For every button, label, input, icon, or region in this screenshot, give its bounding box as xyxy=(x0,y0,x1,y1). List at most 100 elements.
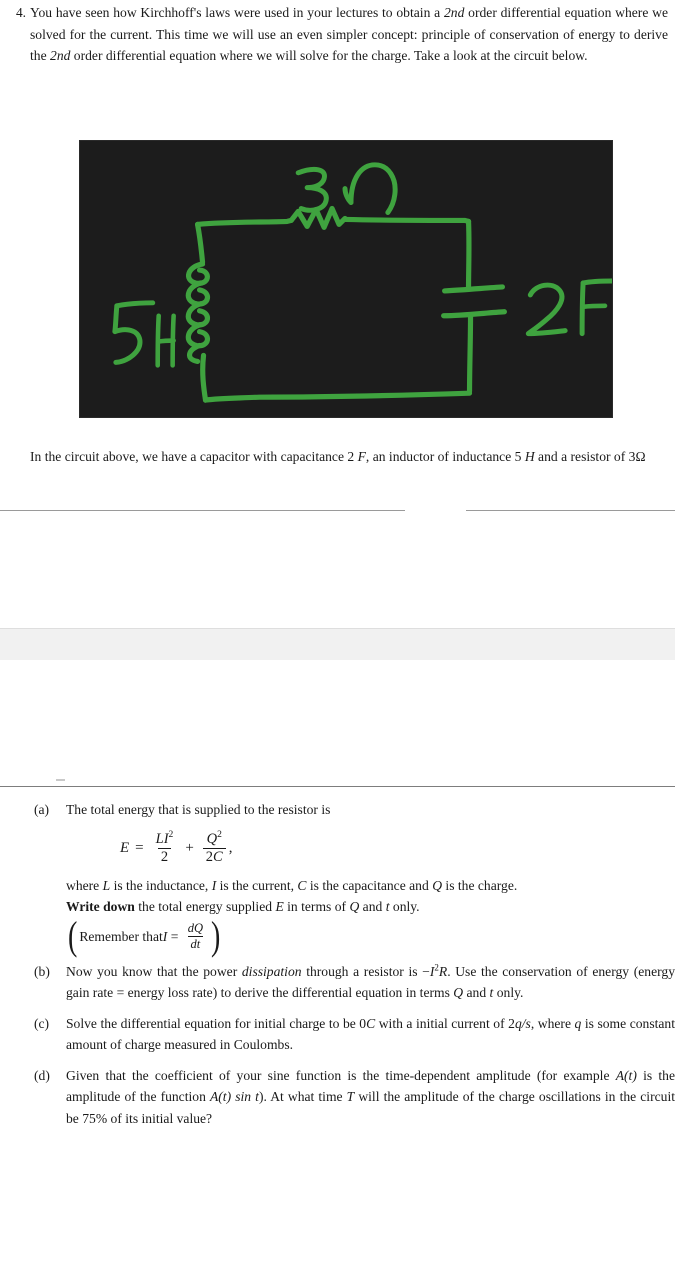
instruction-sym-Q: Q xyxy=(349,899,360,915)
energy-equation: E = LI2 2 + Q2 22CC , xyxy=(120,828,675,866)
wire-right-lower xyxy=(466,313,474,394)
caption-text-1: In the circuit above, we have a capacito… xyxy=(30,449,358,464)
part-b-sym-R: R xyxy=(438,963,448,979)
where-t5: is the charge. xyxy=(442,877,518,893)
part-d-body: Given that the coefficient of your sine … xyxy=(66,1065,675,1130)
part-a-body: The total energy that is supplied to the… xyxy=(66,799,675,959)
label-omega-glyph xyxy=(348,162,398,215)
part-a-label: (a) xyxy=(34,802,50,817)
coil-loop-2 xyxy=(185,280,210,307)
label-2-glyph xyxy=(525,282,568,337)
part-b-emph-dissipation: dissipation xyxy=(241,963,302,979)
eq-frac1-num-text: LI xyxy=(155,830,169,847)
where-sym-C: C xyxy=(297,877,307,893)
circuit-drawing-svg xyxy=(112,162,612,403)
document-page: 4. You have seen how Kirchhoff's laws we… xyxy=(0,0,675,1280)
part-a-remember: ( Remember that I = dQ dt ) xyxy=(66,913,675,959)
part-d-sym-At: A(t) xyxy=(615,1067,637,1083)
part-d-t3: ). At what time xyxy=(258,1089,347,1105)
part-a-lead: The total energy that is supplied to the… xyxy=(66,802,331,817)
part-c: (c) Solve the differential equation for … xyxy=(30,1013,675,1056)
instruction-sym-E: E xyxy=(275,899,284,915)
eq-equals: = xyxy=(135,839,144,856)
part-d-label: (d) xyxy=(34,1067,50,1083)
instruction-t3: and xyxy=(359,899,386,915)
coil-tail xyxy=(187,342,203,364)
remember-sym-I: I xyxy=(162,929,168,945)
parts-list: (a) The total energy that is supplied to… xyxy=(30,799,675,1138)
part-c-body: Solve the differential equation for init… xyxy=(66,1013,675,1056)
eq-frac1-numerator: LI2 xyxy=(153,828,177,849)
eq-frac2-den-2: 2 xyxy=(205,849,214,866)
coil-loop-3 xyxy=(185,301,210,328)
eq-plus: + xyxy=(185,839,194,856)
figure-caption: In the circuit above, we have a capacito… xyxy=(30,446,668,468)
wire-left-lower xyxy=(200,352,209,403)
part-a-instruction: Write down the total energy supplied E i… xyxy=(66,896,675,918)
eq-frac1-denominator: 2 xyxy=(157,848,172,866)
part-b-t1: Now you know that the power xyxy=(66,963,242,979)
eq-frac2-num-text: Q xyxy=(206,830,218,847)
part-c-sym-C: C xyxy=(366,1015,376,1031)
eq-fraction-LI2-over-2: LI2 2 xyxy=(153,828,177,866)
intro-emph-2nd-b: 2nd xyxy=(50,48,71,63)
part-b-label: (b) xyxy=(34,963,50,979)
part-b-body: Now you know that the power dissipation … xyxy=(66,961,675,1004)
part-b-sym-Q: Q xyxy=(453,985,464,1001)
wire-top-left xyxy=(194,217,294,227)
divider-rule-full xyxy=(0,786,675,787)
remember-frac-num: dQ xyxy=(187,920,204,935)
wire-left-upper xyxy=(194,221,206,265)
part-d: (d) Given that the coefficient of your s… xyxy=(30,1065,675,1130)
eq-frac1-num-exp: 2 xyxy=(168,828,174,840)
part-c-label: (c) xyxy=(34,1015,50,1031)
part-c-t3: , where xyxy=(530,1015,575,1031)
eq-trailing-comma: , xyxy=(228,839,233,856)
remember-t1: Remember that xyxy=(79,929,163,945)
right-paren-glyph: ) xyxy=(211,913,221,959)
eq-frac2-num-exp: 2 xyxy=(217,828,222,840)
label-3-glyph xyxy=(295,166,329,213)
wire-top-right xyxy=(342,216,472,224)
capacitor-plate-top xyxy=(442,284,506,294)
label-H-bar xyxy=(156,338,176,344)
remember-content: Remember that I = dQ dt xyxy=(79,920,209,952)
eq-fraction-Q2-over-2C: Q2 22CC xyxy=(202,828,226,866)
instruction-t4: only. xyxy=(389,899,420,915)
where-t3: is the current, xyxy=(216,877,298,893)
part-b-t5: only. xyxy=(493,985,524,1001)
caption-text-2: , an inductor of inductance 5 xyxy=(365,449,525,464)
eq-lhs-E: E xyxy=(120,839,130,856)
instruction-write-down: Write down xyxy=(66,899,135,915)
intro-text-3: order differential equation where we wil… xyxy=(70,48,588,63)
intro-text-1: You have seen how Kirchhoff's laws were … xyxy=(30,5,444,20)
label-5-top xyxy=(114,300,156,309)
circuit-canvas xyxy=(79,140,613,418)
wire-bottom xyxy=(202,390,473,403)
where-sym-Q: Q xyxy=(432,877,443,893)
remember-frac-den: dt xyxy=(187,936,204,952)
label-F-mid xyxy=(580,303,608,310)
part-a-where: where L is the inductance, I is the curr… xyxy=(66,875,675,897)
where-t2: is the inductance, xyxy=(110,877,212,893)
remember-equals: = xyxy=(170,929,179,945)
part-a: (a) The total energy that is supplied to… xyxy=(30,799,675,959)
problem-4-block: 4. You have seen how Kirchhoff's laws we… xyxy=(4,2,668,67)
part-c-t1: Solve the differential equation for init… xyxy=(66,1015,367,1031)
part-b-t4: and xyxy=(463,985,490,1001)
where-t1: where xyxy=(66,877,103,893)
problem-intro-text: You have seen how Kirchhoff's laws were … xyxy=(30,2,668,67)
eq-frac2-den-C: C xyxy=(213,849,223,866)
part-c-t2: with a initial current of 2 xyxy=(375,1015,515,1031)
eq-frac2-numerator: Q2 xyxy=(204,828,225,849)
caption-math-H: H xyxy=(524,449,535,464)
caption-text-3: and a resistor of 3Ω xyxy=(534,449,646,464)
circuit-figure xyxy=(79,140,613,418)
part-c-sym-q-per-s: q/s xyxy=(514,1015,531,1031)
coil-loop-1 xyxy=(186,261,210,286)
part-d-t1: Given that the coefficient of your sine … xyxy=(66,1067,616,1083)
instruction-t2: in terms of xyxy=(283,899,350,915)
grey-band-separator xyxy=(0,628,675,660)
eq-frac2-denominator: 22CC xyxy=(202,848,226,866)
remember-fraction-dQ-dt: dQ dt xyxy=(185,920,206,952)
